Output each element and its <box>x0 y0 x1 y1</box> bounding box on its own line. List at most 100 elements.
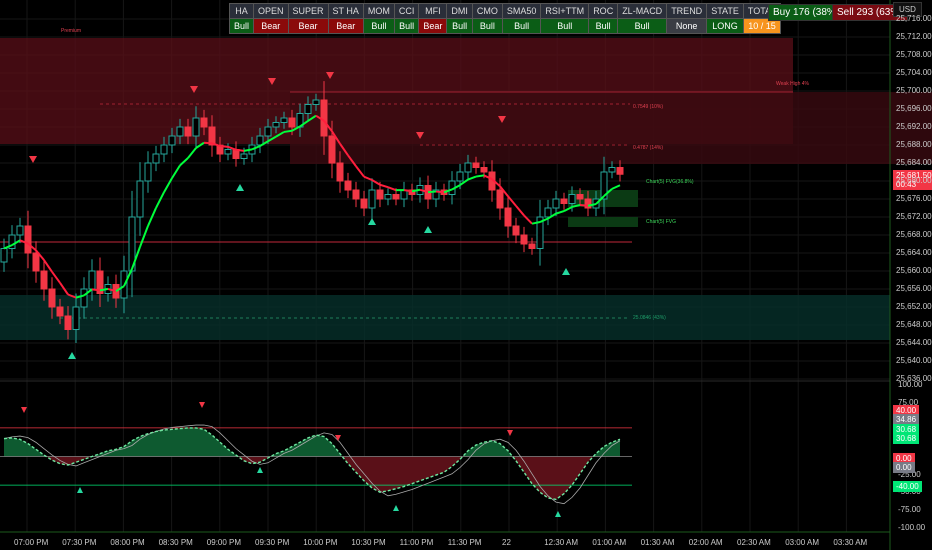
moving-average-segment <box>139 225 149 248</box>
candle-body <box>336 162 344 182</box>
candle-body <box>272 122 280 128</box>
dashboard-header-dmi: DMI <box>446 3 473 19</box>
weak-high-label: Weak High 4% <box>776 81 809 87</box>
moving-average-segment <box>475 174 485 178</box>
candle-body <box>200 117 208 128</box>
candle-body <box>64 315 72 330</box>
candle-body <box>80 288 88 308</box>
moving-average-segment <box>235 148 245 152</box>
buy-signal-icon <box>555 511 561 517</box>
dashboard-value: Bear <box>327 18 364 34</box>
candle-body <box>304 104 312 114</box>
time-axis-label: 02:00 AM <box>688 538 723 547</box>
candle-body <box>224 149 232 155</box>
buy-signal-icon <box>368 218 376 225</box>
dashboard-value: Bull <box>588 18 619 34</box>
oscillator-axis-label: -100.00 <box>898 523 926 533</box>
dashboard-header-sma50: SMA50 <box>501 3 542 19</box>
price-axis-label: 25,680.00 <box>896 176 932 185</box>
moving-average-segment <box>283 129 293 133</box>
moving-average-segment <box>435 190 445 194</box>
dashboard-header-state: STATE <box>706 3 744 19</box>
candle-body <box>568 194 576 204</box>
time-axis-label: 10:30 PM <box>351 538 386 547</box>
time-axis-label: 01:30 AM <box>640 538 675 547</box>
price-axis-label: 25,664.00 <box>896 248 932 257</box>
candle-body <box>320 99 328 137</box>
candle-body <box>24 225 32 254</box>
time-axis-label: 11:30 PM <box>447 538 482 547</box>
dashboard-header-ha: HA <box>228 3 255 19</box>
indicator-dashboard: HA OPEN SUPER ST HA MOM CCI MFI DMI CMO SMA50 RSI+… <box>228 3 782 34</box>
price-axis-label: 25,716.00 <box>896 14 932 23</box>
price-axis-label: 25,648.00 <box>896 320 932 329</box>
price-axis-label: 25,656.00 <box>896 284 932 293</box>
moving-average-segment <box>43 259 53 273</box>
moving-average-segment <box>51 271 61 284</box>
price-axis-label: 25,688.00 <box>896 140 932 149</box>
dashboard-header-roc: ROC <box>588 3 619 19</box>
candle-body <box>184 126 192 137</box>
time-axis-label: 07:30 PM <box>62 538 97 547</box>
moving-average-segment <box>515 205 525 217</box>
time-axis-label: 09:00 PM <box>206 538 242 547</box>
candle-body <box>512 225 520 236</box>
dashboard-header-trend: TREND <box>666 3 708 19</box>
dashboard-value: Bull <box>228 18 255 34</box>
fib-label-3: 25.0846 (43%) <box>633 315 666 321</box>
price-axis-label: 25,700.00 <box>896 86 932 95</box>
candle-body <box>40 270 48 290</box>
time-axis-label: 07:00 PM <box>14 538 49 547</box>
supply-zone <box>290 92 932 164</box>
dashboard-value: Bear <box>418 18 448 34</box>
candle-body <box>504 207 512 227</box>
candle-body <box>456 171 464 182</box>
candle-body <box>0 248 8 263</box>
oscillator-axis-label: -75.00 <box>898 505 921 515</box>
time-axis-label: 03:00 AM <box>785 538 819 547</box>
dashboard-value: Bull <box>501 18 542 34</box>
price-axis-label: 25,640.00 <box>896 356 932 365</box>
candle-body <box>392 194 400 200</box>
time-axis-label: 09:30 PM <box>255 538 290 547</box>
moving-average-segment <box>163 177 173 193</box>
moving-average-segment <box>355 165 365 178</box>
time-axis-label: 10:00 PM <box>303 538 338 547</box>
candle-body <box>312 99 320 105</box>
candle-body <box>144 162 152 182</box>
dashboard-value: Bull <box>446 18 473 34</box>
time-axis-label: 22 <box>502 538 511 547</box>
dashboard-value: Bull <box>362 18 395 34</box>
dashboard-header-open: OPEN <box>253 3 289 19</box>
candle-body <box>160 144 168 155</box>
candle-body <box>464 162 472 173</box>
time-axis-label: 03:30 AM <box>833 538 868 547</box>
candle-body <box>528 243 536 249</box>
time-axis-label: 11:00 PM <box>399 538 434 547</box>
dashboard-value: Bear <box>253 18 289 34</box>
candle-body <box>544 207 552 218</box>
price-axis-label: 25,644.00 <box>896 338 932 347</box>
sell-signal-icon <box>29 156 37 163</box>
candle-body <box>168 135 176 146</box>
sell-signal-icon <box>199 402 205 408</box>
moving-average-segment <box>387 186 397 192</box>
candle-body <box>472 162 480 168</box>
buy-signal-icon <box>236 184 244 191</box>
time-axis-label: 12:30 AM <box>544 538 578 547</box>
oscillator-value-tag: 30.68 <box>893 433 920 444</box>
candle-body <box>48 288 56 308</box>
fvg-label-1: Chart(5) FVG(36.8%) <box>646 179 694 185</box>
time-axis-label: 08:30 PM <box>158 538 193 547</box>
dashboard-header-st-ha: ST HA <box>327 3 364 19</box>
dashboard-value: LONG <box>706 18 744 34</box>
dashboard-header-rsi-ttm: RSI+TTM <box>540 3 590 19</box>
candle-body <box>352 189 360 200</box>
moving-average-segment <box>403 189 413 193</box>
premium-label: Premium <box>61 28 82 34</box>
dashboard-value: Bull <box>471 18 503 34</box>
moving-average-segment <box>171 164 181 179</box>
candle-body <box>192 117 200 137</box>
candle-body <box>480 167 488 173</box>
candle-body <box>88 270 96 290</box>
